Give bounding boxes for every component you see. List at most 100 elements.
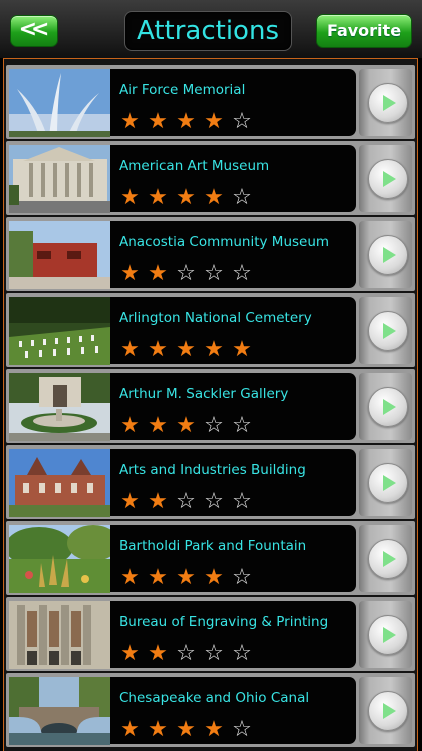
play-arrow-icon[interactable] [368, 83, 408, 123]
attractions-list[interactable]: Air Force Memorial ★ ★ ★ ★ ☆ American Art Mu… [3, 58, 418, 751]
arts-and-industries-building-thumbnail [9, 449, 110, 517]
anacostia-community-museum-thumbnail [9, 221, 110, 289]
star-filled-icon: ★ [176, 185, 196, 210]
star-empty-icon: ☆ [204, 641, 224, 666]
star-filled-icon: ★ [148, 109, 168, 134]
attraction-card[interactable]: Air Force Memorial ★ ★ ★ ★ ☆ [110, 69, 356, 136]
star-filled-icon: ★ [120, 641, 140, 666]
attraction-card[interactable]: Arts and Industries Building ★ ★ ☆ ☆ ☆ [110, 449, 356, 516]
chesapeake-and-ohio-canal-thumbnail [9, 677, 110, 745]
star-filled-icon: ★ [148, 337, 168, 362]
star-filled-icon: ★ [232, 337, 252, 362]
attraction-card[interactable]: Bartholdi Park and Fountain ★ ★ ★ ★ ☆ [110, 525, 356, 592]
play-arrow-icon[interactable] [368, 463, 408, 503]
list-item[interactable]: Arthur M. Sackler Gallery ★ ★ ★ ☆ ☆ [6, 369, 415, 443]
detail-button-area [359, 221, 412, 288]
attraction-name: Bartholdi Park and Fountain [119, 538, 307, 554]
attraction-name: Anacostia Community Museum [119, 234, 330, 250]
attraction-card[interactable]: Bureau of Engraving & Printing ★ ★ ☆ ☆ ☆ [110, 601, 356, 668]
arthur-m-sackler-gallery-thumbnail [9, 373, 110, 441]
list-item[interactable]: Bureau of Engraving & Printing ★ ★ ☆ ☆ ☆ [6, 597, 415, 671]
star-filled-icon: ★ [120, 109, 140, 134]
list-item[interactable]: Anacostia Community Museum ★ ★ ☆ ☆ ☆ [6, 217, 415, 291]
star-empty-icon: ☆ [176, 641, 196, 666]
star-filled-icon: ★ [204, 337, 224, 362]
star-filled-icon: ★ [120, 261, 140, 286]
play-arrow-icon[interactable] [368, 691, 408, 731]
star-filled-icon: ★ [120, 489, 140, 514]
attraction-name: Arlington National Cemetery [119, 310, 312, 326]
attraction-card[interactable]: Chesapeake and Ohio Canal ★ ★ ★ ★ ☆ [110, 677, 356, 744]
attraction-name: Air Force Memorial [119, 82, 246, 98]
rating-stars: ★ ★ ★ ★ ☆ [116, 110, 256, 134]
play-arrow-icon[interactable] [368, 235, 408, 275]
star-empty-icon: ☆ [232, 109, 252, 134]
attraction-card[interactable]: Arlington National Cemetery ★ ★ ★ ★ ★ [110, 297, 356, 364]
play-arrow-icon[interactable] [368, 615, 408, 655]
star-filled-icon: ★ [204, 717, 224, 742]
rating-stars: ★ ★ ★ ★ ☆ [116, 566, 256, 590]
star-filled-icon: ★ [148, 641, 168, 666]
air-force-memorial-thumbnail [9, 69, 110, 137]
star-filled-icon: ★ [176, 109, 196, 134]
rating-stars: ★ ★ ★ ★ ☆ [116, 186, 256, 210]
list-item[interactable]: Bartholdi Park and Fountain ★ ★ ★ ★ ☆ [6, 521, 415, 595]
star-empty-icon: ☆ [232, 489, 252, 514]
list-item[interactable]: Arlington National Cemetery ★ ★ ★ ★ ★ [6, 293, 415, 367]
star-empty-icon: ☆ [204, 489, 224, 514]
star-empty-icon: ☆ [204, 413, 224, 438]
star-filled-icon: ★ [204, 185, 224, 210]
star-empty-icon: ☆ [232, 413, 252, 438]
detail-button-area [359, 297, 412, 364]
star-empty-icon: ☆ [232, 641, 252, 666]
star-filled-icon: ★ [176, 413, 196, 438]
star-filled-icon: ★ [148, 489, 168, 514]
star-filled-icon: ★ [148, 185, 168, 210]
star-empty-icon: ☆ [204, 261, 224, 286]
star-filled-icon: ★ [204, 109, 224, 134]
star-filled-icon: ★ [148, 717, 168, 742]
rating-stars: ★ ★ ☆ ☆ ☆ [116, 490, 256, 514]
detail-button-area [359, 449, 412, 516]
attraction-card[interactable]: Anacostia Community Museum ★ ★ ☆ ☆ ☆ [110, 221, 356, 288]
play-arrow-icon[interactable] [368, 539, 408, 579]
star-filled-icon: ★ [148, 261, 168, 286]
star-empty-icon: ☆ [232, 185, 252, 210]
detail-button-area [359, 69, 412, 136]
star-filled-icon: ★ [120, 717, 140, 742]
back-button[interactable]: << [10, 15, 58, 47]
header-bar: << Attractions Favorite [0, 0, 422, 58]
star-empty-icon: ☆ [232, 565, 252, 590]
star-filled-icon: ★ [176, 337, 196, 362]
star-filled-icon: ★ [120, 565, 140, 590]
list-item[interactable]: American Art Museum ★ ★ ★ ★ ☆ [6, 141, 415, 215]
list-item[interactable]: Arts and Industries Building ★ ★ ☆ ☆ ☆ [6, 445, 415, 519]
rating-stars: ★ ★ ★ ☆ ☆ [116, 414, 256, 438]
rating-stars: ★ ★ ☆ ☆ ☆ [116, 262, 256, 286]
attraction-name: Arts and Industries Building [119, 462, 306, 478]
play-arrow-icon[interactable] [368, 387, 408, 427]
attraction-card[interactable]: American Art Museum ★ ★ ★ ★ ☆ [110, 145, 356, 212]
star-filled-icon: ★ [148, 565, 168, 590]
attraction-card[interactable]: Arthur M. Sackler Gallery ★ ★ ★ ☆ ☆ [110, 373, 356, 440]
play-arrow-icon[interactable] [368, 311, 408, 351]
star-filled-icon: ★ [120, 413, 140, 438]
star-empty-icon: ☆ [232, 717, 252, 742]
star-filled-icon: ★ [176, 565, 196, 590]
star-empty-icon: ☆ [232, 261, 252, 286]
detail-button-area [359, 525, 412, 592]
star-empty-icon: ☆ [176, 489, 196, 514]
detail-button-area [359, 373, 412, 440]
star-filled-icon: ★ [204, 565, 224, 590]
favorite-button[interactable]: Favorite [316, 14, 412, 48]
american-art-museum-thumbnail [9, 145, 110, 213]
star-filled-icon: ★ [120, 185, 140, 210]
play-arrow-icon[interactable] [368, 159, 408, 199]
bureau-of-engraving-and-printing-thumbnail [9, 601, 110, 669]
detail-button-area [359, 601, 412, 668]
list-item[interactable]: Air Force Memorial ★ ★ ★ ★ ☆ [6, 65, 415, 139]
star-filled-icon: ★ [120, 337, 140, 362]
list-item[interactable]: Chesapeake and Ohio Canal ★ ★ ★ ★ ☆ [6, 673, 415, 747]
rating-stars: ★ ★ ★ ★ ☆ [116, 718, 256, 742]
attraction-name: Bureau of Engraving & Printing [119, 614, 329, 630]
